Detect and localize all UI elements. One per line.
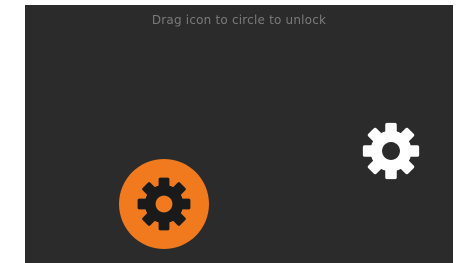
draggable-unlock-icon[interactable] (359, 119, 423, 183)
gear-icon (137, 177, 191, 231)
unlock-target-circle (119, 159, 209, 249)
lock-screen: Drag icon to circle to unlock (25, 5, 453, 263)
gear-icon (362, 122, 420, 180)
unlock-instruction: Drag icon to circle to unlock (151, 13, 327, 27)
